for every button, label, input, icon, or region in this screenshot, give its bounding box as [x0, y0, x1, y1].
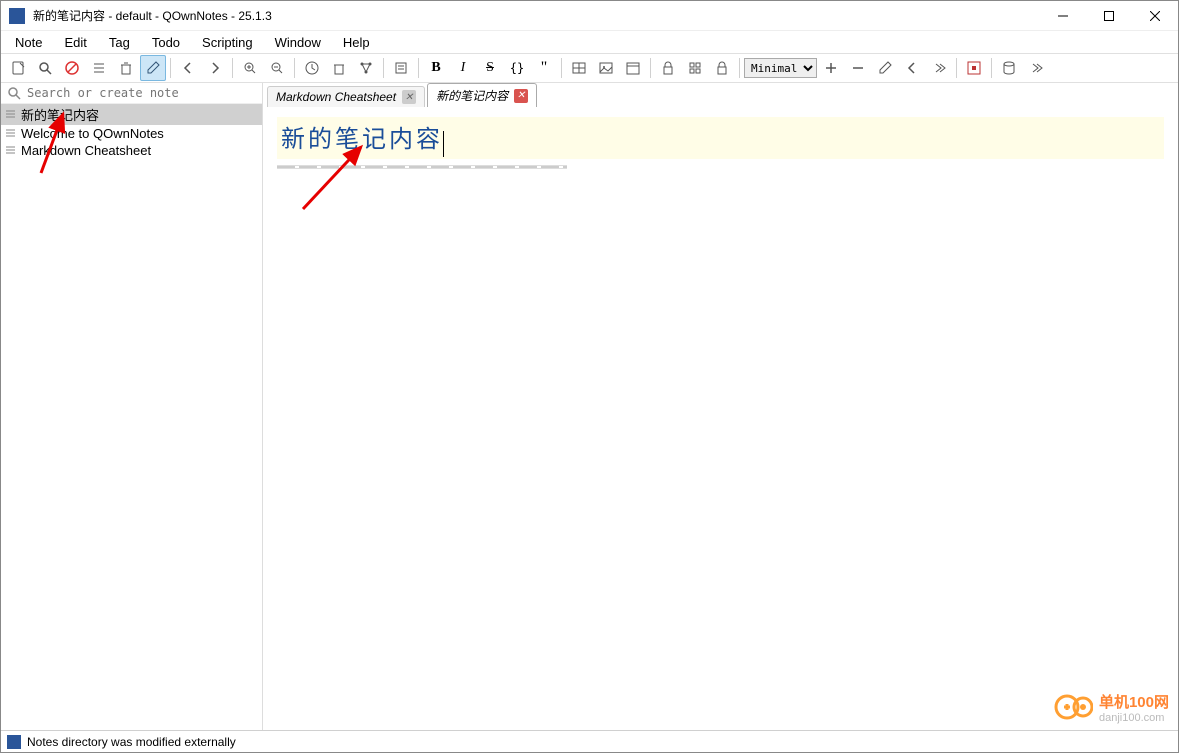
edit-icon[interactable] [140, 55, 166, 81]
note-item[interactable]: Markdown Cheatsheet [1, 142, 262, 159]
status-message: Notes directory was modified externally [27, 735, 236, 749]
note-item[interactable]: 新的笔记内容 [1, 104, 262, 125]
note-file-icon [5, 128, 17, 140]
watermark-line2: danji100.com [1099, 712, 1169, 724]
quote-icon[interactable]: " [531, 55, 557, 81]
minimize-button[interactable] [1040, 1, 1086, 31]
prev-icon[interactable] [899, 55, 925, 81]
sidebar: 新的笔记内容 Welcome to QOwnNotes Markdown Che… [1, 83, 263, 730]
record-icon[interactable] [961, 55, 987, 81]
horizontal-rule [277, 165, 567, 169]
watermark-text: 单机100网 danji100.com [1099, 691, 1169, 724]
note-file-icon [5, 109, 17, 121]
menu-tag[interactable]: Tag [99, 33, 140, 52]
menubar: Note Edit Tag Todo Scripting Window Help [1, 31, 1178, 53]
menu-help[interactable]: Help [333, 33, 380, 52]
statusbar: Notes directory was modified externally [1, 730, 1178, 752]
note-file-icon [5, 145, 17, 157]
note-list: 新的笔记内容 Welcome to QOwnNotes Markdown Che… [1, 104, 262, 730]
new-note-icon[interactable] [5, 55, 31, 81]
paragraph-icon[interactable] [388, 55, 414, 81]
strikethrough-icon[interactable]: S [477, 55, 503, 81]
lock2-icon[interactable] [709, 55, 735, 81]
pencil-icon[interactable] [872, 55, 898, 81]
separator [956, 58, 957, 78]
database-icon[interactable] [996, 55, 1022, 81]
text-cursor [443, 131, 444, 157]
zoom-out-icon[interactable] [264, 55, 290, 81]
watermark-logo-icon [1053, 687, 1093, 727]
separator [991, 58, 992, 78]
trash-icon[interactable] [113, 55, 139, 81]
code-icon[interactable]: {} [504, 55, 530, 81]
italic-icon[interactable]: I [450, 55, 476, 81]
network-icon[interactable] [353, 55, 379, 81]
search-input[interactable] [21, 86, 256, 100]
lock-icon[interactable] [655, 55, 681, 81]
tab-close-icon[interactable]: ✕ [402, 90, 416, 104]
insert-image-icon[interactable] [593, 55, 619, 81]
watermark-line1: 单机100网 [1099, 691, 1169, 712]
plus-icon[interactable] [818, 55, 844, 81]
separator [561, 58, 562, 78]
menu-window[interactable]: Window [265, 33, 331, 52]
minus-icon[interactable] [845, 55, 871, 81]
heading-line: 新的笔记内容 [277, 117, 1164, 159]
separator [232, 58, 233, 78]
bold-icon[interactable]: B [423, 55, 449, 81]
note-heading: 新的笔记内容 [281, 126, 443, 153]
app-icon [9, 8, 25, 24]
grid-icon[interactable] [682, 55, 708, 81]
window-controls [1040, 1, 1178, 31]
separator [650, 58, 651, 78]
separator [294, 58, 295, 78]
menu-edit[interactable]: Edit [54, 33, 96, 52]
back-icon[interactable] [175, 55, 201, 81]
tab-bar: Markdown Cheatsheet ✕ 新的笔记内容 ✕ [263, 83, 1178, 107]
forbid-icon[interactable] [59, 55, 85, 81]
status-icon [7, 735, 21, 749]
main-area: 新的笔记内容 Welcome to QOwnNotes Markdown Che… [1, 83, 1178, 730]
editor[interactable]: 新的笔记内容 [263, 107, 1178, 730]
menu-note[interactable]: Note [5, 33, 52, 52]
forward-icon[interactable] [202, 55, 228, 81]
tab-label: 新的笔记内容 [436, 87, 508, 104]
tab[interactable]: 新的笔记内容 ✕ [427, 83, 537, 107]
separator [383, 58, 384, 78]
tab-label: Markdown Cheatsheet [276, 90, 396, 104]
tab-close-icon[interactable]: ✕ [514, 89, 528, 103]
separator [739, 58, 740, 78]
overflow-icon[interactable] [926, 55, 952, 81]
note-label: Markdown Cheatsheet [21, 143, 151, 158]
format-select[interactable]: Minimal [744, 58, 817, 78]
maximize-button[interactable] [1086, 1, 1132, 31]
window-title: 新的笔记内容 - default - QOwnNotes - 25.1.3 [33, 7, 1040, 24]
insert-date-icon[interactable] [620, 55, 646, 81]
separator [418, 58, 419, 78]
search-icon [7, 86, 21, 100]
tab[interactable]: Markdown Cheatsheet ✕ [267, 86, 425, 107]
search-icon[interactable] [32, 55, 58, 81]
history-icon[interactable] [299, 55, 325, 81]
menu-todo[interactable]: Todo [142, 33, 190, 52]
toolbar: B I S {} " Minimal [1, 53, 1178, 83]
note-label: 新的笔记内容 [21, 105, 99, 124]
close-button[interactable] [1132, 1, 1178, 31]
list-icon[interactable] [86, 55, 112, 81]
trash2-icon[interactable] [326, 55, 352, 81]
editor-area: Markdown Cheatsheet ✕ 新的笔记内容 ✕ 新的笔记内容 [263, 83, 1178, 730]
menu-scripting[interactable]: Scripting [192, 33, 263, 52]
search-row [1, 83, 262, 104]
watermark: 单机100网 danji100.com [1053, 687, 1169, 727]
separator [170, 58, 171, 78]
overflow2-icon[interactable] [1023, 55, 1049, 81]
zoom-in-icon[interactable] [237, 55, 263, 81]
note-label: Welcome to QOwnNotes [21, 126, 164, 141]
titlebar: 新的笔记内容 - default - QOwnNotes - 25.1.3 [1, 1, 1178, 31]
note-item[interactable]: Welcome to QOwnNotes [1, 125, 262, 142]
insert-table-icon[interactable] [566, 55, 592, 81]
